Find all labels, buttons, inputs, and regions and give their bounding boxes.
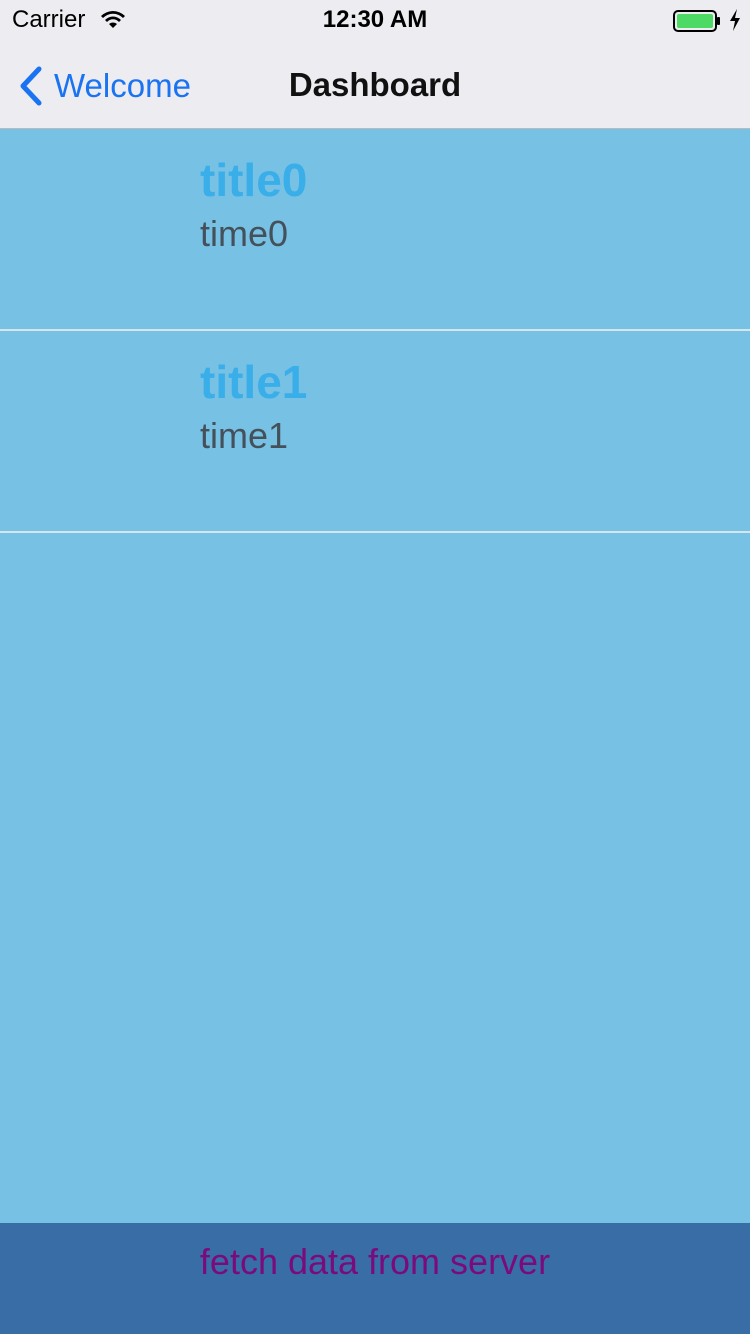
item-title: title0 [200, 154, 308, 206]
fetch-data-button-label: fetch data from server [199, 1241, 551, 1282]
item-time: time0 [200, 213, 289, 254]
item-title: title1 [200, 356, 308, 408]
page-title: Dashboard [288, 66, 462, 103]
status-time: 12:30 AM [322, 6, 428, 33]
list-item[interactable]: title1 time1 [0, 331, 750, 533]
item-time: time1 [200, 415, 289, 456]
charging-bolt-icon [730, 9, 740, 31]
battery-icon [673, 10, 720, 32]
navigation-bar: Welcome Dashboard [0, 40, 750, 129]
status-bar: Carrier 12:30 AM [0, 0, 750, 40]
fetch-data-button[interactable]: fetch data from server [0, 1223, 750, 1334]
dashboard-list: title0 time0 title1 time1 [0, 129, 750, 533]
list-item[interactable]: title0 time0 [0, 129, 750, 331]
